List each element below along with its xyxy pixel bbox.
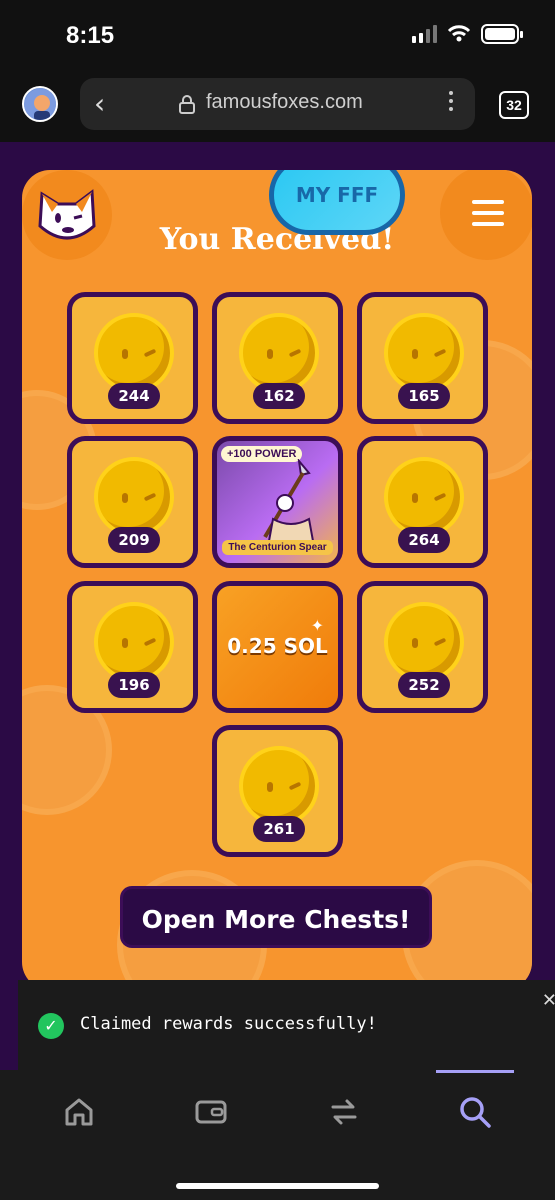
coin-icon (239, 313, 319, 393)
status-time: 8:15 (66, 22, 115, 49)
coin-icon (239, 746, 319, 826)
coin-amount: 162 (253, 383, 305, 409)
sol-amount: 0.25 SOL (227, 634, 328, 658)
swap-icon[interactable] (327, 1095, 361, 1129)
reward-tile-coin: 162 (212, 292, 343, 424)
browser-toolbar: ‹ famousfoxes.com 32 (0, 70, 555, 142)
battery-icon (481, 24, 523, 44)
rewards-card: You Received! MY FFF 244 162 165 209 +10… (22, 170, 532, 990)
coin-amount: 209 (108, 527, 160, 553)
check-circle-icon: ✓ (38, 1013, 64, 1039)
coin-icon (384, 602, 464, 682)
reward-tile-coin: 264 (357, 436, 488, 568)
reward-tile-coin: 252 (357, 581, 488, 713)
lock-icon (179, 95, 195, 114)
search-icon[interactable] (458, 1095, 492, 1129)
coin-icon (94, 313, 174, 393)
coin-amount: 165 (398, 383, 450, 409)
toast-message: Claimed rewards successfully! (80, 1014, 377, 1034)
reward-tile-coin: 244 (67, 292, 198, 424)
hamburger-icon[interactable] (472, 200, 504, 233)
my-fff-button[interactable]: MY FFF (269, 170, 405, 235)
coin-icon (384, 457, 464, 537)
active-tab-indicator (436, 1070, 514, 1073)
signal-icon (412, 25, 437, 43)
spear-icon (263, 459, 315, 541)
coin-icon (384, 313, 464, 393)
reward-tile-coin: 165 (357, 292, 488, 424)
profile-avatar[interactable] (22, 86, 58, 122)
toast-notification: ✓ Claimed rewards successfully! ✕ (18, 980, 555, 1070)
reward-tile-coin: 196 (67, 581, 198, 713)
more-icon[interactable] (449, 91, 455, 115)
address-bar[interactable]: ‹ famousfoxes.com (80, 78, 475, 130)
wallet-icon[interactable] (194, 1095, 228, 1129)
url-text: famousfoxes.com (206, 91, 363, 113)
bottom-navigation (0, 1070, 555, 1200)
reward-tile-item: +100 POWER The Centurion Spear (212, 436, 343, 568)
coin-icon (94, 457, 174, 537)
open-more-chests-button[interactable]: Open More Chests! (120, 886, 432, 948)
close-icon[interactable]: ✕ (542, 990, 555, 1011)
menu-button[interactable] (440, 170, 532, 260)
coin-amount: 196 (108, 672, 160, 698)
home-indicator (176, 1183, 379, 1189)
status-bar: 8:15 (0, 0, 555, 70)
reward-tile-coin: 209 (67, 436, 198, 568)
coin-icon (94, 602, 174, 682)
coin-amount: 264 (398, 527, 450, 553)
status-icons (412, 24, 523, 44)
sparkle-icon: ✦ (310, 616, 324, 635)
reward-tile-coin: 261 (212, 725, 343, 857)
coin-amount: 252 (398, 672, 450, 698)
webpage-content: You Received! MY FFF 244 162 165 209 +10… (0, 142, 555, 1072)
tabs-button[interactable]: 32 (499, 91, 529, 119)
item-name: The Centurion Spear (222, 540, 333, 555)
reward-tile-sol: ✦ 0.25 SOL (212, 581, 343, 713)
wifi-icon (447, 25, 471, 42)
home-icon[interactable] (62, 1095, 96, 1129)
coin-amount: 261 (253, 816, 305, 842)
coin-amount: 244 (108, 383, 160, 409)
back-icon[interactable]: ‹ (94, 87, 105, 120)
